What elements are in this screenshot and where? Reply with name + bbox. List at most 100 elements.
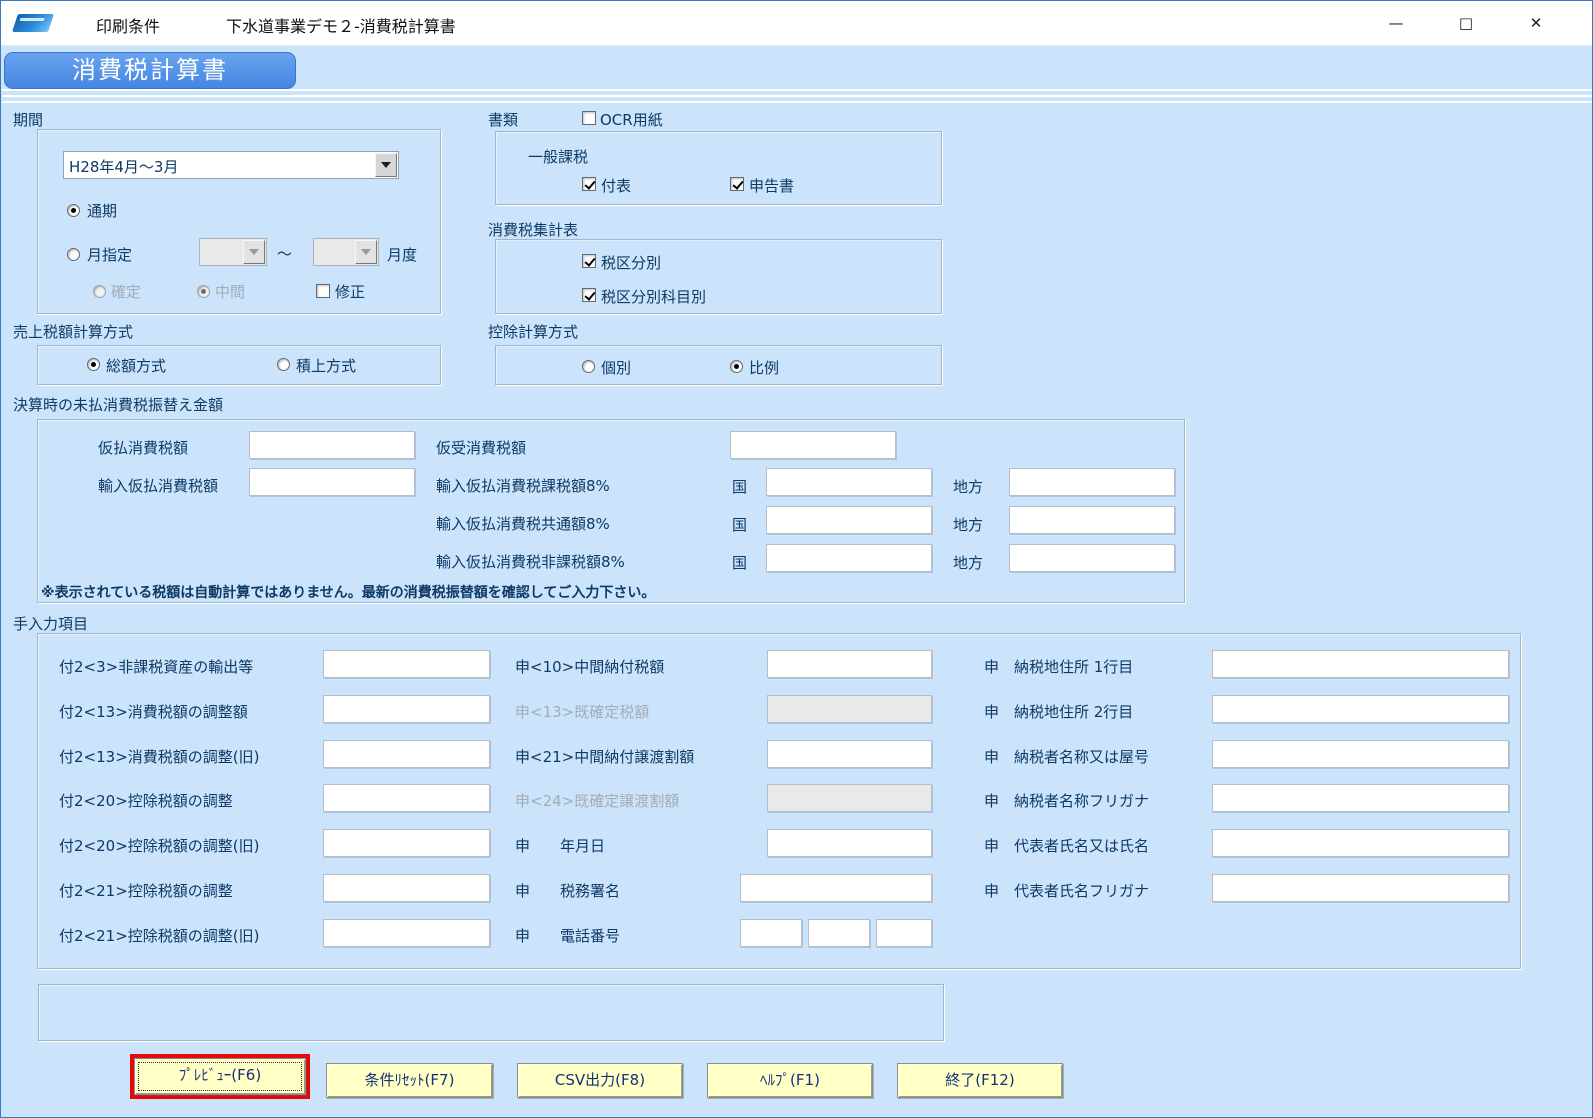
- general-taxation-label: 一般課税: [528, 148, 589, 166]
- yunyu-karibarai-input[interactable]: [249, 468, 415, 496]
- manual-left-input-2[interactable]: [323, 695, 490, 723]
- manual-section-label: 手入力項目: [13, 615, 89, 633]
- radio-accumulate-method-label: 積上方式: [296, 357, 357, 375]
- manual-right-input-4[interactable]: [1212, 784, 1509, 812]
- hikazei8-chiho-label: 地方: [953, 554, 984, 572]
- hikazei8-label: 輸入仮払消費税非課税額8%: [436, 553, 625, 571]
- close-button[interactable]: ✕: [1513, 1, 1559, 45]
- manual-left-input-5[interactable]: [323, 829, 490, 857]
- radio-total-method[interactable]: [87, 358, 100, 371]
- manual-left-input-6[interactable]: [323, 874, 490, 902]
- period-section-label: 期間: [13, 111, 44, 129]
- manual-mid-label-disabled: 申<13>既確定税額: [515, 703, 650, 721]
- manual-mid-input-3[interactable]: [767, 740, 932, 768]
- month-from-select: [199, 238, 267, 266]
- manual-right-label: 申 納税者名称又は屋号: [984, 748, 1150, 766]
- app-logo-icon: [12, 14, 54, 32]
- manual-mid-label: 申 年月日: [515, 837, 606, 855]
- app-window: 印刷条件 下水道事業デモ２-消費税計算書 — □ ✕ 消費税計算書 期間 H28…: [0, 0, 1593, 1118]
- phone-input-1[interactable]: [740, 919, 802, 947]
- manual-mid-input-6[interactable]: [740, 874, 932, 902]
- manual-mid-input-4: [767, 784, 932, 812]
- radio-interim-label: 中間: [215, 283, 246, 301]
- manual-right-input-1[interactable]: [1212, 650, 1509, 678]
- radio-interim: [197, 285, 210, 298]
- radio-individual[interactable]: [582, 360, 595, 373]
- manual-left-input-1[interactable]: [323, 650, 490, 678]
- radio-individual-label: 個別: [601, 359, 632, 377]
- karibarai-input[interactable]: [249, 431, 415, 459]
- titlebar-menu-label: 印刷条件: [96, 17, 161, 36]
- checkbox-ocr-label: OCR用紙: [600, 111, 663, 129]
- hikazei8-kuni-input[interactable]: [766, 544, 932, 572]
- yunyu-karibarai-label: 輸入仮払消費税額: [98, 477, 219, 495]
- kazei8-chiho-input[interactable]: [1009, 468, 1175, 496]
- radio-fixed: [93, 285, 106, 298]
- manual-right-label: 申 代表者氏名フリガナ: [984, 882, 1150, 900]
- kazei8-kuni-input[interactable]: [766, 468, 932, 496]
- radio-accumulate-method[interactable]: [277, 358, 290, 371]
- checkbox-by-tax-class-subject[interactable]: [582, 288, 596, 302]
- checkbox-revision[interactable]: [316, 284, 330, 298]
- radio-full-period[interactable]: [67, 204, 80, 217]
- kyotsu8-kuni-label: 国: [732, 516, 748, 534]
- checkbox-revision-label: 修正: [335, 283, 366, 301]
- preview-button-highlight: ﾌﾟﾚﾋﾞｭｰ(F6): [130, 1054, 310, 1099]
- maximize-button[interactable]: □: [1443, 1, 1489, 45]
- manual-left-input-3[interactable]: [323, 740, 490, 768]
- checkbox-ocr[interactable]: [582, 111, 596, 125]
- manual-mid-input-5[interactable]: [767, 829, 932, 857]
- csv-export-button[interactable]: CSV出力(F8): [517, 1063, 683, 1098]
- kyotsu8-label: 輸入仮払消費税共通額8%: [436, 515, 610, 533]
- status-message-box: [38, 984, 944, 1041]
- radio-month-specified[interactable]: [67, 248, 80, 261]
- kyotsu8-chiho-label: 地方: [953, 516, 984, 534]
- manual-left-input-4[interactable]: [323, 784, 490, 812]
- preview-button[interactable]: ﾌﾟﾚﾋﾞｭｰ(F6): [134, 1058, 306, 1095]
- radio-month-specified-label: 月指定: [87, 246, 133, 264]
- title-bar: 印刷条件 下水道事業デモ２-消費税計算書 — □ ✕: [1, 1, 1592, 46]
- sales-method-section-label: 売上税額計算方式: [13, 323, 134, 341]
- manual-right-input-3[interactable]: [1212, 740, 1509, 768]
- minimize-button[interactable]: —: [1373, 1, 1419, 45]
- chevron-down-icon[interactable]: [375, 153, 397, 177]
- kazei8-chiho-label: 地方: [953, 478, 984, 496]
- kazei8-kuni-label: 国: [732, 478, 748, 496]
- month-suffix-label: 月度: [387, 246, 418, 264]
- checkbox-fuhyo-label: 付表: [601, 177, 632, 195]
- manual-mid-label: 申<21>中間納付譲渡割額: [515, 748, 695, 766]
- hikazei8-kuni-label: 国: [732, 554, 748, 572]
- manual-right-input-6[interactable]: [1212, 874, 1509, 902]
- radio-proportional[interactable]: [730, 360, 743, 373]
- manual-right-input-2[interactable]: [1212, 695, 1509, 723]
- page-title: 消費税計算書: [4, 52, 296, 89]
- kariuke-input[interactable]: [730, 431, 896, 459]
- manual-mid-label-disabled: 申<24>既確定譲渡割額: [515, 792, 680, 810]
- period-select[interactable]: H28年4月～3月: [63, 151, 399, 179]
- manual-left-label: 付2<13>消費税額の調整(旧): [59, 748, 260, 766]
- checkbox-by-tax-class[interactable]: [582, 254, 596, 268]
- hikazei8-chiho-input[interactable]: [1009, 544, 1175, 572]
- reset-conditions-button[interactable]: 条件ﾘｾｯﾄ(F7): [326, 1063, 493, 1098]
- phone-input-2[interactable]: [808, 919, 870, 947]
- exit-button[interactable]: 終了(F12): [897, 1063, 1063, 1098]
- deduction-method-groupbox: [495, 345, 942, 385]
- kyotsu8-chiho-input[interactable]: [1009, 506, 1175, 534]
- kyotsu8-kuni-input[interactable]: [766, 506, 932, 534]
- checkbox-shinkokusho[interactable]: [730, 177, 744, 191]
- documents-groupbox: [495, 131, 942, 205]
- manual-left-label: 付2<13>消費税額の調整額: [59, 703, 248, 721]
- manual-mid-input-1[interactable]: [767, 650, 932, 678]
- manual-mid-label: 申<10>中間納付税額: [515, 658, 665, 676]
- help-button[interactable]: ﾍﾙﾌﾟ(F1): [707, 1063, 873, 1098]
- window-title: 下水道事業デモ２-消費税計算書: [226, 17, 456, 36]
- manual-left-input-7[interactable]: [323, 919, 490, 947]
- transfer-note: ※表示されている税額は自動計算ではありません。最新の消費税振替額を確認してご入力…: [41, 585, 656, 601]
- kazei8-label: 輸入仮払消費税課税額8%: [436, 477, 610, 495]
- checkbox-fuhyo[interactable]: [582, 177, 596, 191]
- manual-right-input-5[interactable]: [1212, 829, 1509, 857]
- manual-left-label: 付2<20>控除税額の調整: [59, 792, 233, 810]
- phone-input-3[interactable]: [876, 919, 932, 947]
- manual-left-label: 付2<21>控除税額の調整(旧): [59, 927, 260, 945]
- radio-total-method-label: 総額方式: [106, 357, 167, 375]
